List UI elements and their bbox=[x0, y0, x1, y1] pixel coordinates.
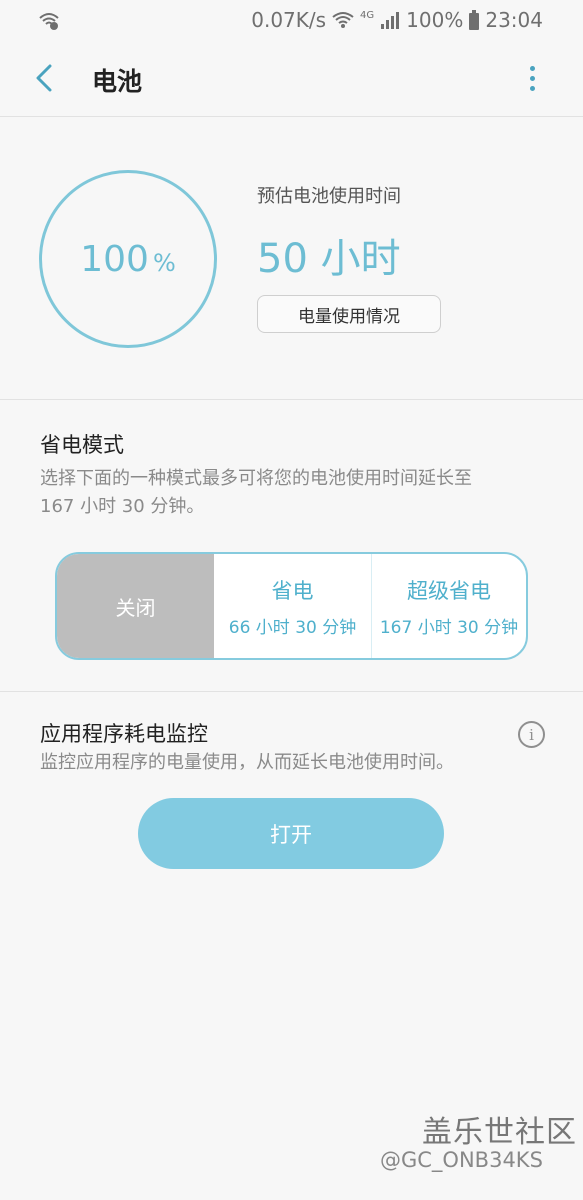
watermark-user: @GC_ONB34KS bbox=[380, 1148, 543, 1172]
power-saving-description-line2: 167 小时 30 分钟。 bbox=[40, 496, 205, 517]
status-right: 0.07K/s 4G 100% 23:04 bbox=[251, 8, 543, 32]
page-title: 电池 bbox=[92, 67, 143, 96]
app-monitor-description: 监控应用程序的电量使用，从而延长电池使用时间。 bbox=[40, 752, 454, 773]
battery-level-value: 100 bbox=[80, 238, 149, 280]
estimate-value: 50 小时 bbox=[257, 236, 401, 282]
power-saving-description-line1: 选择下面的一种模式最多可将您的电池使用时间延长至 bbox=[40, 468, 472, 489]
power-mode-selector: 关闭 省电 66 小时 30 分钟 超级省电 167 小时 30 分钟 bbox=[55, 552, 528, 660]
signal-icon bbox=[380, 11, 400, 29]
app-monitor-title: 应用程序耗电监控 bbox=[40, 722, 208, 746]
more-vert-icon-dot bbox=[529, 65, 535, 71]
battery-divider bbox=[0, 399, 583, 400]
mode-off-option[interactable]: 关闭 bbox=[57, 554, 214, 658]
mode-ultra-saving-label: 超级省电 bbox=[407, 578, 491, 603]
mode-power-saving-time: 66 小时 30 分钟 bbox=[228, 617, 357, 638]
battery-level-unit: % bbox=[152, 249, 176, 277]
mode-power-saving-label: 省电 bbox=[271, 578, 314, 603]
mode-divider bbox=[0, 691, 583, 692]
more-vert-icon-dot bbox=[529, 85, 535, 91]
estimate-label: 预估电池使用时间 bbox=[257, 186, 401, 207]
network-type: 4G bbox=[360, 9, 375, 21]
clock: 23:04 bbox=[485, 8, 543, 32]
back-arrow-icon bbox=[36, 64, 52, 92]
mode-off-label: 关闭 bbox=[115, 595, 156, 620]
more-vert-icon-dot bbox=[529, 75, 535, 81]
battery-icon bbox=[469, 10, 480, 30]
battery-usage-button[interactable]: 电量使用情况 bbox=[257, 295, 441, 333]
header-divider bbox=[0, 116, 583, 117]
watermark-logo: 盖乐世社区 bbox=[422, 1115, 577, 1150]
mode-ultra-saving-time: 167 小时 30 分钟 bbox=[379, 617, 519, 638]
network-speed: 0.07K/s bbox=[251, 8, 327, 32]
more-options-button[interactable] bbox=[519, 60, 545, 96]
wifi-call-icon bbox=[38, 10, 60, 30]
wifi-icon bbox=[332, 11, 354, 29]
info-icon[interactable]: i bbox=[518, 721, 545, 748]
power-saving-title: 省电模式 bbox=[40, 433, 124, 457]
app-bar: 电池 bbox=[0, 40, 583, 116]
back-button[interactable] bbox=[28, 62, 60, 94]
mode-ultra-saving-option[interactable]: 超级省电 167 小时 30 分钟 bbox=[372, 554, 526, 658]
battery-percent: 100% bbox=[406, 8, 464, 32]
status-bar: 0.07K/s 4G 100% 23:04 bbox=[0, 0, 583, 40]
battery-level-ring: 100 % bbox=[39, 170, 217, 348]
mode-power-saving-option[interactable]: 省电 66 小时 30 分钟 bbox=[214, 554, 372, 658]
open-button[interactable]: 打开 bbox=[138, 798, 444, 869]
